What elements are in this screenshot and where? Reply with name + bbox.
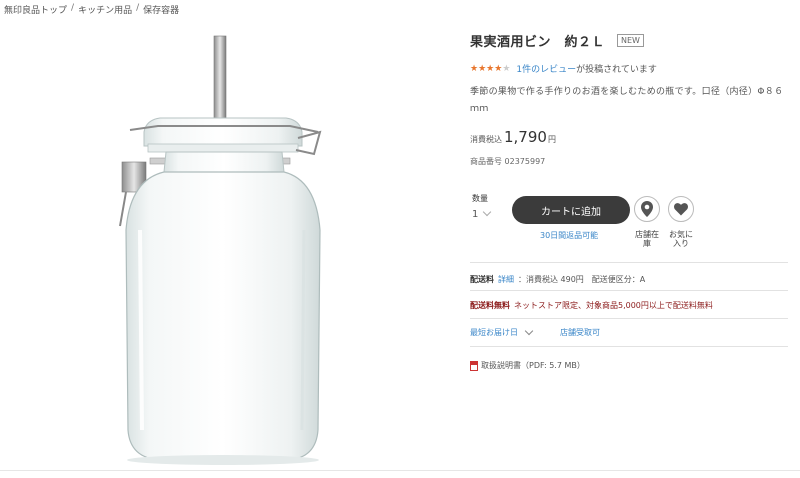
map-pin-icon <box>641 201 653 217</box>
favorite-caption: お気に入り <box>669 230 693 248</box>
glass-jar-illustration <box>119 35 322 465</box>
star-empty-icon: ★ <box>502 63 511 74</box>
breadcrumb-home[interactable]: 無印良品トップ <box>4 3 67 16</box>
review-link[interactable]: 1件のレビュー <box>516 62 576 75</box>
store-stock-caption: 店舗在庫 <box>635 230 659 248</box>
chevron-down-icon[interactable] <box>524 326 534 335</box>
divider <box>470 290 788 291</box>
product-info: 果実酒用ビン 約２Ｌ NEW ★ ★ ★ ★ ★ 1件のレビュー が投稿されてい… <box>470 30 788 371</box>
rating-row: ★ ★ ★ ★ ★ 1件のレビュー が投稿されています <box>470 62 657 76</box>
quantity-value: 1 <box>472 208 479 220</box>
returns-note: 30日間返品可能 <box>540 231 599 240</box>
quantity-select[interactable]: 1 <box>472 206 502 222</box>
manual-download[interactable]: 取扱説明書（PDF: 5.7 MB） <box>470 360 585 371</box>
free-shipping-note: ネットストア限定、対象商品5,000円以上で配送料無料 <box>514 301 713 310</box>
new-badge: NEW <box>617 33 644 47</box>
review-suffix: が投稿されています <box>576 65 657 75</box>
favorite-button[interactable] <box>668 196 694 222</box>
price-value: 1,790 <box>504 128 547 146</box>
store-pickup-link[interactable]: 店舗受取可 <box>560 327 600 338</box>
divider <box>470 262 788 263</box>
star-icon: ★ <box>470 63 479 74</box>
bottom-divider <box>0 470 800 471</box>
free-shipping-row: 配送料無料 ネットストア限定、対象商品5,000円以上で配送料無料 <box>470 300 713 311</box>
divider <box>470 346 788 347</box>
add-to-cart-button[interactable]: カートに追加 <box>512 196 630 224</box>
star-icon: ★ <box>494 63 503 74</box>
title-row: 果実酒用ビン 約２Ｌ NEW <box>470 30 788 50</box>
price-tax-label: 消費税込 <box>470 135 502 144</box>
product-page: 無印良品トップ / キッチン用品 / 保存容器 果実酒用ビン 約２Ｌ NEW ★… <box>0 0 800 478</box>
free-shipping-label: 配送料無料 <box>470 301 510 310</box>
star-rating: ★ ★ ★ ★ ★ <box>470 64 510 74</box>
breadcrumb-kitchen[interactable]: キッチン用品 <box>78 3 132 16</box>
breadcrumb: 無印良品トップ / キッチン用品 / 保存容器 <box>4 3 179 16</box>
product-number: 商品番号 02375997 <box>470 157 546 166</box>
pdf-icon <box>470 360 478 371</box>
shipping-fee-text: ：消費税込 490円 配送便区分：A <box>518 275 646 284</box>
shipping-fee-label: 配送料 <box>470 275 494 284</box>
heart-icon <box>674 202 688 215</box>
product-title: 果実酒用ビン 約２Ｌ <box>470 34 606 50</box>
shipping-fee-row: 配送料 詳細 ：消費税込 490円 配送便区分：A <box>470 274 645 285</box>
store-stock-button[interactable] <box>634 196 660 222</box>
product-image[interactable] <box>100 30 350 470</box>
breadcrumb-separator: / <box>71 3 75 13</box>
breadcrumb-storage[interactable]: 保存容器 <box>143 3 179 16</box>
product-description: 季節の果物で作る手作りのお酒を楽しむための瓶です。口径（内径）Φ８６ｍｍ <box>470 87 784 114</box>
price-row: 消費税込 1,790 円 <box>470 128 556 146</box>
quantity-label: 数量 <box>472 194 488 203</box>
shipping-detail-link[interactable]: 詳細 <box>498 274 514 285</box>
earliest-delivery-toggle[interactable]: 最短お届け日 <box>470 327 518 338</box>
manual-link[interactable]: 取扱説明書（PDF: 5.7 MB） <box>481 360 585 371</box>
star-icon: ★ <box>478 63 487 74</box>
delivery-row: 最短お届け日 店舗受取可 <box>470 326 600 338</box>
breadcrumb-separator: / <box>136 3 140 13</box>
divider <box>470 318 788 319</box>
chevron-down-icon <box>483 207 492 217</box>
price-unit: 円 <box>547 135 556 144</box>
star-icon: ★ <box>486 63 495 74</box>
